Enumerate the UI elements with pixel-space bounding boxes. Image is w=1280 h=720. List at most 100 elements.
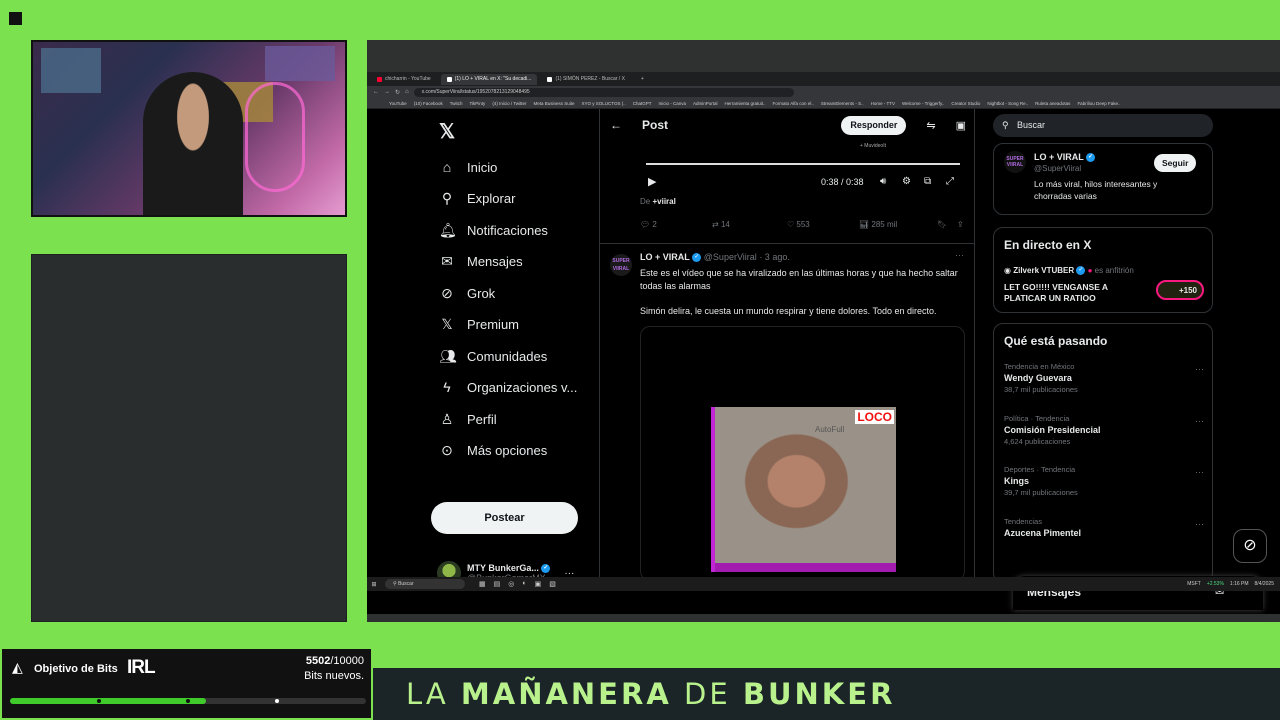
like-count[interactable]: ♡ 553 <box>787 220 859 229</box>
browser-tab[interactable]: (1) SIMÓN PEREZ - Buscar / X <box>541 74 630 85</box>
address-bar[interactable]: x.com/SuperViiral/status/195207821312904… <box>413 87 794 97</box>
trend-item[interactable]: Deportes · Tendencia Kings 39,7 mil publ… <box>1004 465 1204 497</box>
bookmark-item[interactable]: XYO y SOLUCTOS (.. <box>582 101 626 106</box>
fullscreen-icon[interactable]: ⤢ <box>946 176 954 187</box>
nav-explore[interactable]: ⚲ Explorar <box>439 190 516 207</box>
bookmark-item[interactable]: (10) Facebook <box>414 101 443 106</box>
windows-start-icon[interactable]: ⊞ <box>369 581 379 588</box>
chrome-icon[interactable]: ◎ <box>508 580 514 588</box>
bookmark-item[interactable]: Meta Business Suite <box>534 101 575 106</box>
bookmark-item[interactable]: AdminPortal <box>693 101 718 106</box>
bookmark-item[interactable]: Welcome - Triggerfy.. <box>902 101 944 106</box>
progress-marker <box>97 699 101 703</box>
folder-icon[interactable]: ▤ <box>494 580 501 588</box>
nav-profile[interactable]: ♙ Perfil <box>439 411 497 428</box>
bookmark-item[interactable]: (4) Inicio / Twitter <box>492 101 526 106</box>
verified-icon: ✓ <box>541 564 551 574</box>
reply-count[interactable]: 💬︎ 2 <box>640 220 712 229</box>
bookmark-item[interactable]: Ruleta aneadotas <box>1035 101 1070 106</box>
volume-icon[interactable]: 🔊︎ <box>880 176 886 187</box>
browser-tab[interactable]: chicharrin - YouTube <box>371 74 437 85</box>
post-header: ← Post Responder ⇋ ▣ <box>600 109 974 141</box>
bookmark-item[interactable]: Herramienta gratuit.. <box>725 101 766 106</box>
reply-button[interactable]: Responder <box>841 115 907 135</box>
bookmarks-bar: YouTube (10) Facebook Twitch TikPinty (4) In… <box>367 98 1280 109</box>
task-view-icon[interactable]: ▦ <box>479 580 486 588</box>
bookmark-icon[interactable]: 🔖︎ <box>937 220 957 229</box>
nav-grok[interactable]: ⊘ Grok <box>439 285 495 302</box>
x-logo-icon[interactable]: 𝕏 <box>439 119 455 144</box>
left-navigation: 𝕏 ⌂ Inicio ⚲ Explorar 🔔︎ Notificaciones ✉ Me… <box>431 109 601 585</box>
nav-notifications[interactable]: 🔔︎ Notificaciones <box>439 222 548 239</box>
edge-icon[interactable]: ◐ <box>522 580 526 588</box>
more-dots-icon[interactable]: ··· <box>1195 467 1204 477</box>
app-icon[interactable]: ▣ <box>535 580 542 588</box>
page-title: Post <box>642 118 669 132</box>
tab-strip: chicharrin - YouTube (1) LO + VIRAL en X… <box>367 72 1280 86</box>
view-count[interactable]: 📊︎ 285 mil <box>859 220 937 229</box>
nav-messages[interactable]: ✉ Mensajes <box>439 253 523 270</box>
bookmark-item[interactable]: Fabriliou Deep Fake.. <box>1077 101 1120 106</box>
bookmark-item[interactable]: YouTube <box>389 101 407 106</box>
bookmark-item[interactable]: Twitch <box>450 101 463 106</box>
avatar[interactable]: SUPER VIIRAL <box>1004 151 1026 173</box>
nav-premium[interactable]: 𝕏 Premium <box>439 316 519 333</box>
windows-taskbar: ⊞ ⚲ Buscar ▦ ▤ ◎ ◐ ▣ ▧ MSFT +2.53% 1:16 … <box>367 577 1280 591</box>
new-tab-button[interactable]: + <box>635 74 650 85</box>
browser-tab-active[interactable]: (1) LO + VIRAL en X: "Su decadi... <box>440 73 538 85</box>
more-dots-icon[interactable]: ··· <box>1195 416 1204 426</box>
x-icon <box>446 76 452 82</box>
trend-item[interactable]: Tendencia en México Wendy Guevara 38,7 m… <box>1004 362 1204 394</box>
wall-poster <box>41 48 101 93</box>
video-progress-bar[interactable] <box>646 163 960 165</box>
post-metrics: 💬︎ 2 ⇄ 14 ♡ 553 📊︎ 285 mil 🔖︎ ⇪ <box>640 220 970 229</box>
tweet[interactable]: SUPER VIIRAL LO + VIRAL ✓ @SuperViiral ·… <box>600 243 974 577</box>
avatar[interactable]: SUPER VIIRAL <box>610 254 632 276</box>
wall-poster <box>265 46 335 81</box>
nav-communities[interactable]: 👥︎ Comunidades <box>439 348 547 365</box>
follow-button[interactable]: Seguir <box>1154 154 1197 172</box>
corner-square <box>9 12 22 25</box>
back-arrow-icon[interactable]: ← <box>610 118 622 132</box>
video-brand: AutoFull <box>815 425 845 434</box>
sliders-icon[interactable]: ⇋ <box>926 119 935 132</box>
listener-count[interactable]: +150 <box>1156 280 1204 300</box>
reader-view-icon[interactable]: ▣ <box>956 119 966 132</box>
post-button[interactable]: Postear <box>431 502 578 534</box>
more-dots-icon[interactable]: ··· <box>1195 364 1204 374</box>
bookmark-item[interactable]: ChatGPT <box>633 101 652 106</box>
app-icon[interactable]: ▧ <box>549 580 556 588</box>
bookmark-item[interactable]: Creator Studio <box>951 101 980 106</box>
gear-icon[interactable]: ⚙ <box>902 176 911 187</box>
more-dots-icon[interactable]: ··· <box>955 250 964 260</box>
pip-icon[interactable]: ⧉ <box>924 176 931 187</box>
nav-home[interactable]: ⌂ Inicio <box>439 159 498 175</box>
bookmark-item[interactable]: Home - TTV <box>871 101 895 106</box>
live-card[interactable]: En directo en X ◉ Zilverk VTUBER ✓ ● es … <box>993 227 1213 313</box>
bits-count: 5502/10000 <box>305 655 364 667</box>
home-icon[interactable]: ⌂ <box>405 89 409 95</box>
bookmark-item[interactable]: Formato Alfa con el.. <box>773 101 814 106</box>
search-input[interactable]: ⚲ Buscar <box>993 114 1213 137</box>
taskbar-search[interactable]: ⚲ Buscar <box>385 579 465 589</box>
bits-gem-icon: ◭ <box>12 659 23 675</box>
play-icon[interactable]: ▶ <box>648 175 656 188</box>
trend-item[interactable]: Tendencias Azucena Pimentel ··· <box>1004 517 1204 538</box>
back-arrow-icon[interactable]: ← <box>373 89 379 95</box>
bookmark-item[interactable]: StreamElements - S.. <box>821 101 864 106</box>
tweet-video[interactable]: LOCO AutoFull <box>640 326 965 577</box>
bookmark-item[interactable]: Inicio - Canva <box>658 101 686 106</box>
progress-marker <box>186 699 190 703</box>
nav-more[interactable]: ⊙ Más opciones <box>439 442 547 459</box>
follow-card: SUPER VIIRAL LO + VIRAL ✓ @SuperViiral L… <box>993 143 1213 215</box>
bookmark-item[interactable]: Nightbot - Song Re.. <box>987 101 1028 106</box>
repost-count[interactable]: ⇄ 14 <box>712 220 787 229</box>
grok-button[interactable]: ⊘ <box>1233 529 1267 563</box>
nav-organizations[interactable]: ϟ Organizaciones v... <box>439 379 577 395</box>
share-icon[interactable]: ⇪ <box>957 220 964 229</box>
reload-icon[interactable]: ↻ <box>395 89 400 96</box>
trend-item[interactable]: Política · Tendencia Comisión Presidenci… <box>1004 414 1204 446</box>
forward-arrow-icon[interactable]: → <box>384 89 390 95</box>
bookmark-item[interactable]: TikPinty <box>469 101 485 106</box>
more-dots-icon[interactable]: ··· <box>1195 519 1204 529</box>
